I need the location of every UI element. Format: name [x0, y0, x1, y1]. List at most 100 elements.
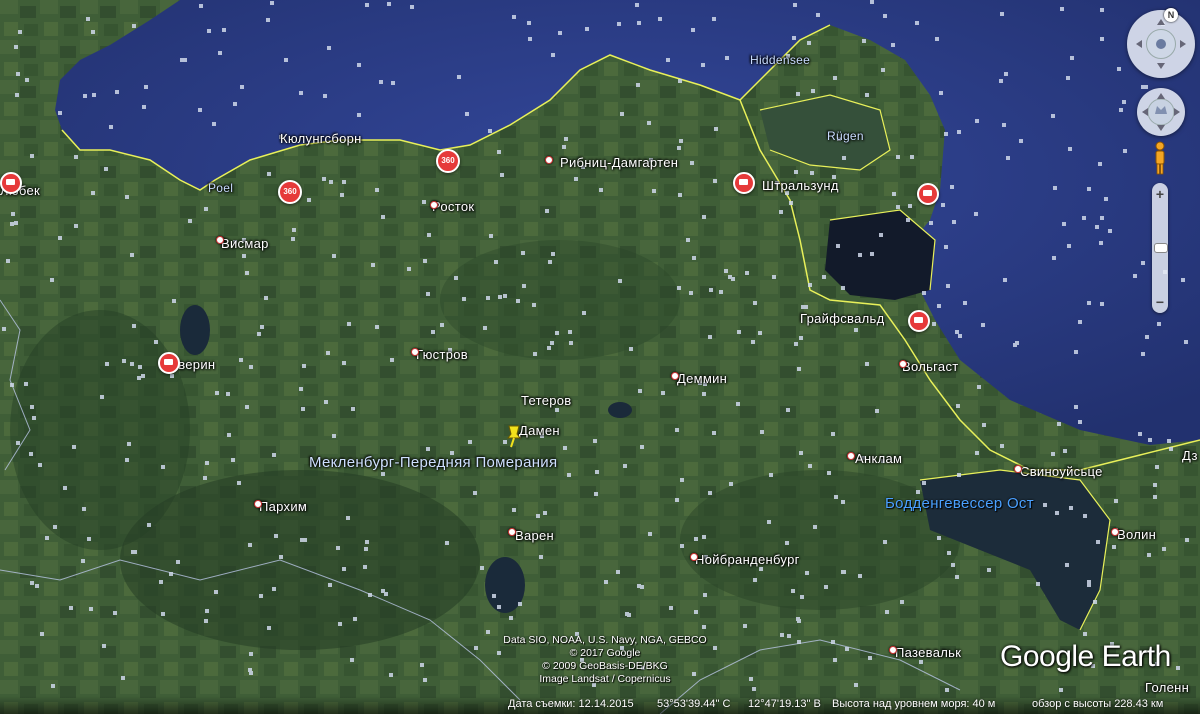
- photo-marker[interactable]: [82, 507, 86, 511]
- photo-marker[interactable]: [259, 594, 263, 598]
- photo-marker[interactable]: [1065, 563, 1069, 567]
- photo-marker[interactable]: [322, 177, 326, 181]
- photo-marker[interactable]: [827, 471, 831, 475]
- photo-marker[interactable]: [249, 365, 253, 369]
- photo-marker[interactable]: [752, 687, 756, 691]
- city-dot[interactable]: [1111, 528, 1119, 536]
- photo-marker[interactable]: [675, 428, 679, 432]
- move-arrows-icon[interactable]: [1137, 88, 1185, 136]
- photo-marker[interactable]: [142, 105, 146, 109]
- photo-marker[interactable]: [941, 203, 945, 207]
- photo-marker[interactable]: [1133, 274, 1137, 278]
- zoom-slider-handle[interactable]: [1154, 243, 1168, 253]
- photo-marker[interactable]: [694, 537, 698, 541]
- photo-marker[interactable]: [977, 385, 981, 389]
- photo-marker[interactable]: [35, 584, 39, 588]
- photo-marker[interactable]: [426, 292, 430, 296]
- photo-marker[interactable]: [629, 347, 633, 351]
- photo-marker[interactable]: [1019, 139, 1023, 143]
- photo-marker[interactable]: [260, 325, 264, 329]
- photo-marker[interactable]: [86, 17, 90, 21]
- photo-marker[interactable]: [109, 125, 113, 129]
- photo-marker[interactable]: [14, 45, 18, 49]
- photo-marker[interactable]: [648, 532, 652, 536]
- photo-marker[interactable]: [387, 2, 391, 6]
- photo-marker[interactable]: [955, 330, 959, 334]
- photo-marker[interactable]: [205, 461, 209, 465]
- photo-marker[interactable]: [115, 90, 119, 94]
- photo-marker[interactable]: [796, 92, 800, 96]
- photo-marker[interactable]: [703, 593, 707, 597]
- photo-marker[interactable]: [623, 464, 627, 468]
- city-label-wolgast[interactable]: Вольгаст: [902, 359, 959, 374]
- city-dot[interactable]: [1014, 465, 1022, 473]
- photo-marker[interactable]: [1100, 216, 1104, 220]
- photo-marker[interactable]: [677, 146, 681, 150]
- photo-marker[interactable]: [24, 382, 28, 386]
- photo-marker[interactable]: [841, 500, 845, 504]
- photo-marker[interactable]: [713, 179, 717, 183]
- photo-marker[interactable]: [1148, 438, 1152, 442]
- city-label-dz[interactable]: Дз: [1182, 448, 1198, 463]
- photo-marker[interactable]: [131, 550, 135, 554]
- photo-marker[interactable]: [737, 330, 741, 334]
- photo-marker[interactable]: [555, 331, 559, 335]
- photo-marker[interactable]: [896, 205, 900, 209]
- photo-marker[interactable]: [987, 568, 991, 572]
- photo-marker[interactable]: [870, 252, 874, 256]
- camera-icon[interactable]: [908, 310, 930, 332]
- photo-marker[interactable]: [574, 177, 578, 181]
- photo-marker[interactable]: [875, 409, 879, 413]
- photo-marker[interactable]: [454, 276, 458, 280]
- photo-marker[interactable]: [1055, 511, 1059, 515]
- photo-marker[interactable]: [249, 652, 253, 656]
- photo-marker[interactable]: [494, 260, 498, 264]
- photo-marker[interactable]: [214, 590, 218, 594]
- photo-marker[interactable]: [1114, 499, 1118, 503]
- photo-marker[interactable]: [498, 295, 502, 299]
- city-dot[interactable]: [411, 348, 419, 356]
- photo-marker[interactable]: [16, 72, 20, 76]
- photo-marker[interactable]: [543, 511, 547, 515]
- placemark-pin-icon[interactable]: [503, 424, 523, 448]
- photo-marker[interactable]: [709, 288, 713, 292]
- photo-marker[interactable]: [375, 188, 379, 192]
- photo-marker[interactable]: [2, 327, 6, 331]
- water-label-bodden[interactable]: Бодденгевессер Ост: [885, 495, 1034, 512]
- photo-marker[interactable]: [132, 24, 136, 28]
- city-label-stralsund[interactable]: Штральзунд: [762, 178, 839, 193]
- photo-marker[interactable]: [328, 583, 332, 587]
- photo-marker[interactable]: [620, 112, 624, 116]
- photo-marker[interactable]: [291, 237, 295, 241]
- photo-marker[interactable]: [692, 256, 696, 260]
- photo-marker[interactable]: [267, 172, 271, 176]
- photo-marker[interactable]: [779, 210, 783, 214]
- photo-marker[interactable]: [831, 432, 835, 436]
- city-label-waren[interactable]: Варен: [515, 528, 554, 543]
- photo-marker[interactable]: [257, 332, 261, 336]
- photo-marker[interactable]: [1082, 216, 1086, 220]
- photo-marker[interactable]: [702, 215, 706, 219]
- photo-marker[interactable]: [896, 155, 900, 159]
- photo-marker[interactable]: [72, 445, 76, 449]
- photo-marker[interactable]: [794, 342, 798, 346]
- photo-marker[interactable]: [694, 610, 698, 614]
- photo-marker[interactable]: [483, 326, 487, 330]
- photo-360-icon[interactable]: 360: [436, 149, 460, 173]
- photo-marker[interactable]: [1074, 350, 1078, 354]
- photo-marker[interactable]: [198, 108, 202, 112]
- photo-marker[interactable]: [6, 259, 10, 263]
- photo-marker[interactable]: [1167, 439, 1171, 443]
- photo-marker[interactable]: [122, 359, 126, 363]
- photo-marker[interactable]: [1000, 12, 1004, 16]
- photo-marker[interactable]: [658, 17, 662, 21]
- photo-marker[interactable]: [1100, 37, 1104, 41]
- photo-marker[interactable]: [627, 613, 631, 617]
- photo-marker[interactable]: [842, 156, 846, 160]
- city-dot[interactable]: [254, 500, 262, 508]
- photo-marker[interactable]: [242, 254, 246, 258]
- photo-marker[interactable]: [521, 251, 525, 255]
- photo-marker[interactable]: [105, 362, 109, 366]
- photo-marker[interactable]: [547, 346, 551, 350]
- photo-marker[interactable]: [675, 498, 679, 502]
